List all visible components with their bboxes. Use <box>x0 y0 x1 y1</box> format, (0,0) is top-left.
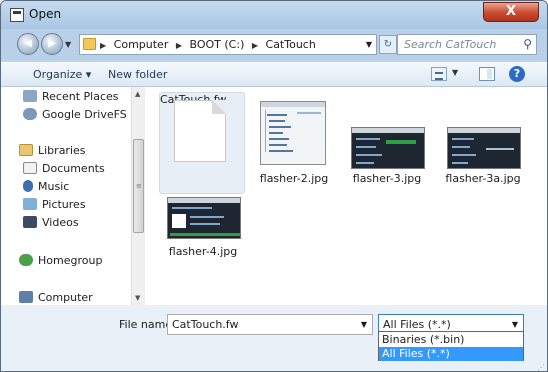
pictures-icon <box>23 198 37 210</box>
scrollbar-thumb[interactable]: ≡ <box>133 139 144 233</box>
search-box[interactable]: Search CatTouch ⚲ <box>397 34 537 55</box>
open-dialog: Open X ◀ ▶ ▼ ▶ Computer ▶ BOOT (C:) ▶ Ca… <box>0 0 548 372</box>
nav-item-libraries[interactable]: Libraries <box>19 144 86 157</box>
file-type-option-binaries[interactable]: Binaries (*.bin) <box>379 333 523 347</box>
file-item-flasher-3[interactable]: flasher-3.jpg <box>345 92 429 194</box>
nav-item-homegroup[interactable]: Homegroup <box>19 254 102 267</box>
nav-item-music[interactable]: Music <box>23 180 69 193</box>
breadcrumb-separator-icon[interactable]: ▶ <box>100 41 106 50</box>
close-button[interactable]: X <box>483 2 539 22</box>
app-icon <box>10 8 24 22</box>
title-bar: Open X <box>1 1 547 29</box>
help-button[interactable]: ? <box>509 66 525 82</box>
nav-item-computer[interactable]: Computer <box>19 291 93 304</box>
breadcrumb-computer[interactable]: Computer <box>114 38 169 51</box>
breadcrumb-separator-icon[interactable]: ▶ <box>252 41 258 50</box>
window-title: Open <box>29 7 62 21</box>
nav-item-documents[interactable]: Documents <box>23 162 105 175</box>
nav-item-pictures[interactable]: Pictures <box>23 198 86 211</box>
documents-icon <box>23 162 37 174</box>
preview-pane-icon[interactable] <box>479 67 495 81</box>
file-type-dropdown-icon[interactable]: ▼ <box>512 320 518 329</box>
image-thumbnail <box>167 197 241 239</box>
computer-icon <box>19 291 33 303</box>
image-thumbnail <box>260 101 326 165</box>
nav-item-recent-places[interactable]: Recent Places <box>23 90 119 103</box>
file-name-field[interactable]: CatTouch.fw ▼ <box>167 314 373 335</box>
file-item-flasher-2[interactable]: flasher-2.jpg <box>252 92 336 194</box>
nav-item-google-drivefs[interactable]: Google DriveFS <box>23 108 127 121</box>
file-name-value[interactable]: CatTouch.fw <box>172 318 238 331</box>
nav-pane-scrollbar[interactable]: ▲ ≡ ▼ <box>131 87 145 305</box>
music-icon <box>23 180 33 192</box>
file-type-option-all-files[interactable]: All Files (*.*) <box>379 347 523 361</box>
change-view-icon[interactable] <box>431 67 447 81</box>
search-input[interactable]: Search CatTouch <box>404 38 496 51</box>
cloud-drive-icon <box>23 108 37 120</box>
file-item-flasher-4[interactable]: flasher-4.jpg <box>161 195 245 259</box>
file-item-cattouch-fw[interactable]: CatTouch.fw <box>159 92 245 194</box>
refresh-icon[interactable]: ↻ <box>379 35 397 54</box>
breadcrumb: ▶ Computer ▶ BOOT (C:) ▶ CatTouch <box>100 38 320 51</box>
recent-locations-dropdown-icon[interactable]: ▼ <box>65 40 71 49</box>
address-bar[interactable]: ▶ Computer ▶ BOOT (C:) ▶ CatTouch ▼ <box>79 34 377 55</box>
breadcrumb-cattouch[interactable]: CatTouch <box>266 38 316 51</box>
file-type-selected: All Files (*.*) <box>383 318 451 331</box>
new-folder-button[interactable]: New folder <box>108 68 167 81</box>
image-thumbnail <box>447 127 521 169</box>
view-options-dropdown-icon[interactable]: ▼ <box>452 68 458 77</box>
search-icon[interactable]: ⚲ <box>523 37 532 51</box>
scroll-down-icon[interactable]: ▼ <box>135 294 140 302</box>
image-thumbnail <box>351 127 425 169</box>
resize-grip-icon[interactable]: ⋰ <box>537 363 545 371</box>
scroll-up-icon[interactable]: ▲ <box>135 90 140 98</box>
address-dropdown-icon[interactable]: ▼ <box>366 40 372 49</box>
breadcrumb-boot-drive[interactable]: BOOT (C:) <box>190 38 245 51</box>
file-list: CatTouch.fw flasher-2.jpg <box>147 87 547 305</box>
nav-item-videos[interactable]: Videos <box>23 216 79 229</box>
file-name-label: flasher-2.jpg <box>259 172 329 185</box>
file-name-dropdown-icon[interactable]: ▼ <box>361 320 367 329</box>
forward-button[interactable]: ▶ <box>41 33 63 55</box>
blank-document-icon <box>174 100 226 162</box>
organize-button[interactable]: Organize ▾ <box>33 68 91 81</box>
file-name-label: flasher-3a.jpg <box>445 172 521 185</box>
back-button[interactable]: ◀ <box>17 33 39 55</box>
libraries-icon <box>19 144 33 156</box>
recent-places-icon <box>23 90 37 102</box>
file-item-flasher-3a[interactable]: flasher-3a.jpg <box>441 92 525 194</box>
command-toolbar: Organize ▾ New folder ▼ ? <box>1 61 547 87</box>
file-name-label: flasher-4.jpg <box>168 245 238 258</box>
homegroup-icon <box>19 254 33 266</box>
file-name-label: flasher-3.jpg <box>352 172 422 185</box>
breadcrumb-separator-icon[interactable]: ▶ <box>176 41 182 50</box>
folder-icon <box>83 38 96 50</box>
navigation-pane: Recent Places Google DriveFS Libraries D… <box>1 87 147 305</box>
videos-icon <box>23 216 37 228</box>
navigation-bar: ◀ ▶ ▼ ▶ Computer ▶ BOOT (C:) ▶ CatTouch … <box>1 29 547 59</box>
file-type-dropdown-list: Binaries (*.bin) All Files (*.*) <box>378 331 524 361</box>
